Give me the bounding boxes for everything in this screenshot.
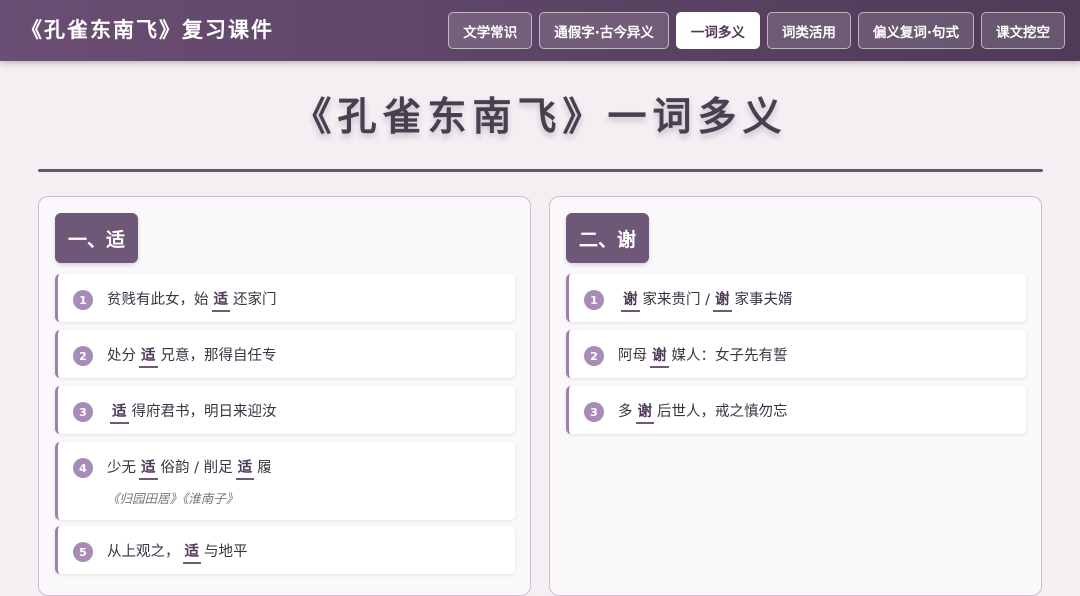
page-title: 《孔雀东南飞》一词多义 — [292, 95, 788, 140]
list-item: 5 从上观之，适与地平 — [55, 526, 515, 574]
nav-tabs: 文学常识 通假字·古今异义 一词多义 词类活用 偏义复词·句式 课文挖空 — [448, 12, 1065, 49]
tab-fill-in-text[interactable]: 课文挖空 — [981, 12, 1065, 49]
keyword-highlight: 谢 — [621, 290, 640, 312]
list-item: 3 适得府君书，明日来迎汝 — [55, 386, 515, 434]
keyword-highlight: 谢 — [713, 290, 732, 312]
list-item: 2 阿母谢媒人：女子先有誓 — [566, 330, 1026, 378]
keyword-highlight: 谢 — [650, 346, 669, 368]
item-number-badge: 1 — [584, 290, 604, 310]
item-number-badge: 1 — [73, 290, 93, 310]
keyword-highlight: 适 — [211, 290, 230, 312]
example-sentence: 多谢后世人，戒之慎勿忘 — [618, 400, 788, 424]
source-note: 《归园田居》《淮南子》 — [107, 491, 239, 506]
tab-compound-words-syntax[interactable]: 偏义复词·句式 — [857, 12, 974, 49]
keyword-highlight: 适 — [110, 402, 129, 424]
section-card-shi: 一、适 1 贫贱有此女，始适还家门 2 处分适兄意，那得自任专 3 适得府君书，… — [38, 196, 531, 596]
keyword-highlight: 适 — [235, 458, 255, 480]
section-card-xie: 二、谢 1 谢家来贵门 / 谢家事夫婿 2 阿母谢媒人：女子先有誓 3 多谢后世人… — [549, 196, 1042, 596]
example-sentence: 贫贱有此女，始适还家门 — [107, 288, 277, 312]
top-navigation-bar: 《孔雀东南飞》复习课件 文学常识 通假字·古今异义 一词多义 词类活用 偏义复词… — [0, 0, 1080, 61]
app-title: 《孔雀东南飞》复习课件 — [21, 18, 274, 42]
example-sentence: 适得府君书，明日来迎汝 — [107, 400, 277, 424]
item-number-badge: 2 — [73, 346, 93, 366]
example-sentence: 少无适俗韵 / 削足适履 — [107, 456, 272, 480]
section-heading: 二、谢 — [566, 213, 650, 263]
item-number-badge: 2 — [584, 346, 604, 366]
example-sentence: 谢家来贵门 / 谢家事夫婿 — [618, 288, 793, 312]
list-item: 4 少无适俗韵 / 削足适履 《归园田居》《淮南子》 — [55, 442, 515, 520]
item-number-badge: 5 — [73, 542, 93, 562]
tab-interchangeable-words[interactable]: 通假字·古今异义 — [539, 12, 669, 49]
tab-part-of-speech-shift[interactable]: 词类活用 — [766, 12, 851, 49]
tab-literary-knowledge[interactable]: 文学常识 — [448, 12, 533, 49]
keyword-highlight: 适 — [139, 346, 158, 368]
item-number-badge: 3 — [73, 402, 93, 422]
keyword-highlight: 适 — [182, 542, 201, 564]
title-divider — [38, 169, 1043, 172]
item-number-badge: 4 — [73, 458, 93, 478]
keyword-highlight: 适 — [139, 458, 158, 480]
example-sentence: 从上观之，适与地平 — [107, 540, 248, 564]
example-sentence: 阿母谢媒人：女子先有誓 — [618, 344, 788, 368]
list-item: 1 贫贱有此女，始适还家门 — [55, 274, 515, 322]
list-item: 1 谢家来贵门 / 谢家事夫婿 — [566, 274, 1026, 322]
keyword-highlight: 谢 — [635, 402, 654, 424]
tab-polysemy[interactable]: 一词多义 — [675, 12, 760, 49]
item-number-badge: 3 — [584, 402, 604, 422]
list-item: 3 多谢后世人，戒之慎勿忘 — [566, 386, 1026, 434]
example-sentence: 处分适兄意，那得自任专 — [107, 344, 277, 368]
section-heading: 一、适 — [55, 213, 139, 263]
list-item: 2 处分适兄意，那得自任专 — [55, 330, 515, 378]
